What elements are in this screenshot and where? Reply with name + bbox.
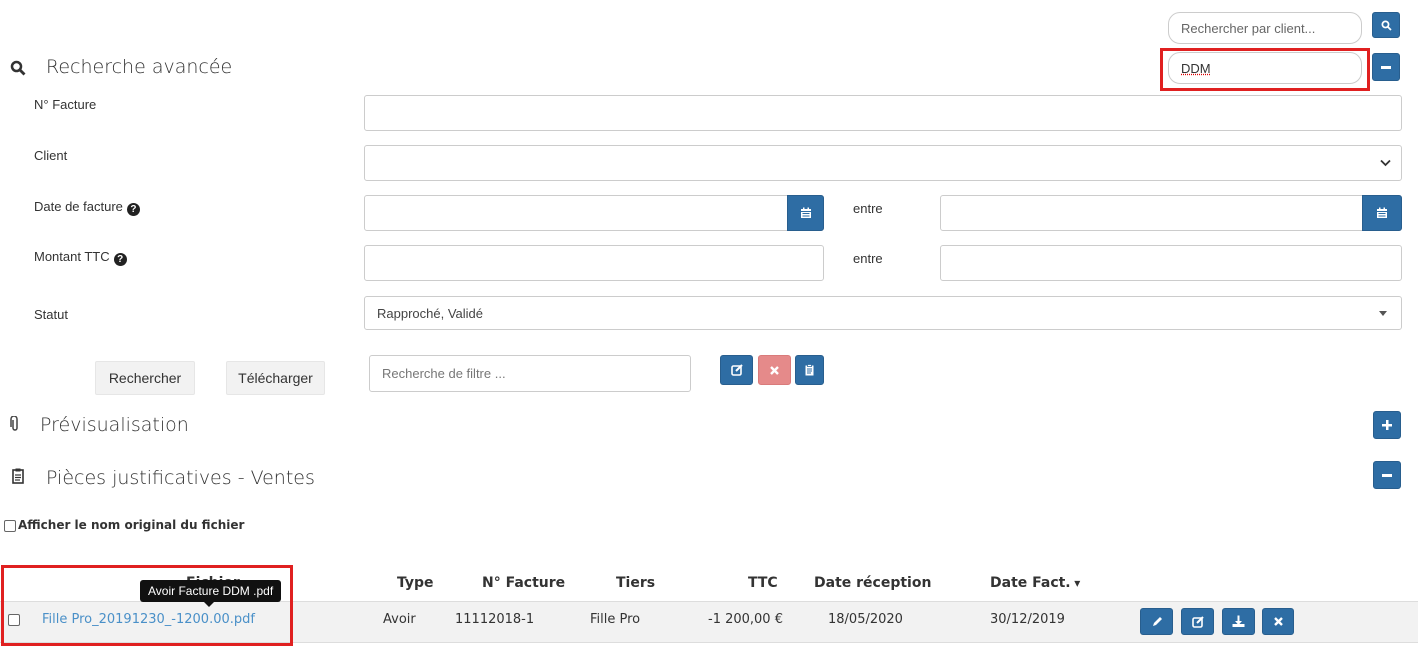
caret-down-icon [1379,310,1387,316]
calendar-icon [1377,207,1387,218]
active-filter-input[interactable]: DDM [1168,52,1362,84]
invoice-date-from-input[interactable] [364,195,824,231]
client-search-input[interactable]: Rechercher par client... [1168,12,1362,44]
file-highlight-box [1,565,293,646]
column-header-invoice-date[interactable]: Date Fact. ▾ [990,575,1080,591]
row-invoice-date: 30/12/2019 [990,612,1065,627]
preview-title: Prévisualisation [40,414,189,436]
column-header-invoice-date-label: Date Fact. [990,575,1071,591]
minus-icon [1381,65,1391,69]
show-original-name-checkbox[interactable] [4,520,16,532]
amount-label: Montant TTC? [34,249,127,266]
row-third-party: Fille Pro [590,612,641,627]
status-value: Rapproché, Validé [377,305,483,321]
collapse-advanced-search-button[interactable] [1372,53,1400,81]
filter-search-input[interactable]: Recherche de filtre ... [369,355,691,392]
documents-title: Pièces justificatives - Ventes [46,467,315,489]
invoice-number-input[interactable] [364,95,1402,131]
date-from-calendar-button[interactable] [787,195,824,231]
column-header-invoice-number[interactable]: N° Facture [482,575,565,591]
delete-filter-button[interactable] [758,355,791,385]
row-modify-button[interactable] [1181,608,1214,635]
filter-search-placeholder: Recherche de filtre ... [382,366,506,381]
row-download-button[interactable] [1222,608,1255,635]
advanced-search-title: Recherche avancée [46,56,233,78]
row-received-date: 18/05/2020 [828,612,903,627]
client-select[interactable] [364,145,1402,181]
amount-to-input[interactable] [940,245,1402,281]
search-icon [10,60,26,76]
row-type: Avoir [383,612,416,627]
column-header-type[interactable]: Type [397,575,434,591]
copy-filter-button[interactable] [795,355,824,385]
sort-desc-icon: ▾ [1074,576,1081,590]
calendar-icon [800,207,811,218]
row-invoice-number: 11112018-1 [455,612,535,627]
edit-square-icon [730,364,743,376]
plus-icon [1382,420,1392,430]
clipboard-icon [805,364,814,376]
close-icon [1273,617,1283,626]
show-original-name-label: Afficher le nom original du fichier [18,518,245,532]
help-icon: ? [113,253,127,266]
invoice-number-label: N° Facture [34,97,97,112]
column-header-received-date[interactable]: Date réception [814,575,931,591]
clipboard-icon [12,468,24,484]
row-amount: -1 200,00 € [708,612,783,627]
row-delete-button[interactable] [1262,608,1294,635]
edit-filter-button[interactable] [720,355,753,385]
amount-from-input[interactable] [364,245,824,281]
date-to-calendar-button[interactable] [1362,195,1402,231]
expand-preview-button[interactable] [1373,411,1401,439]
chevron-down-icon [1380,159,1391,167]
client-search-button[interactable] [1372,12,1400,38]
status-select[interactable]: Rapproché, Validé [364,296,1402,330]
download-icon [1232,615,1245,627]
collapse-documents-button[interactable] [1373,461,1401,489]
column-header-amount[interactable]: TTC [748,575,778,591]
pencil-icon [1152,616,1162,626]
invoice-date-between-label: entre [853,201,883,216]
close-icon [770,365,779,375]
active-filter-value: DDM [1181,60,1211,76]
invoice-date-label: Date de facture? [34,199,140,216]
search-button[interactable]: Rechercher [95,361,195,395]
amount-between-label: entre [853,251,883,266]
minus-icon [1382,473,1392,477]
client-label: Client [34,148,68,163]
edit-square-icon [1191,615,1204,628]
paperclip-icon [10,416,18,431]
client-search-placeholder: Rechercher par client... [1181,20,1316,36]
search-icon [1381,20,1392,31]
download-button[interactable]: Télécharger [226,361,325,395]
invoice-date-to-input[interactable] [940,195,1402,231]
status-label: Statut [34,307,68,322]
row-edit-button[interactable] [1140,608,1173,635]
column-header-third-party[interactable]: Tiers [616,575,655,591]
help-icon: ? [126,203,140,216]
